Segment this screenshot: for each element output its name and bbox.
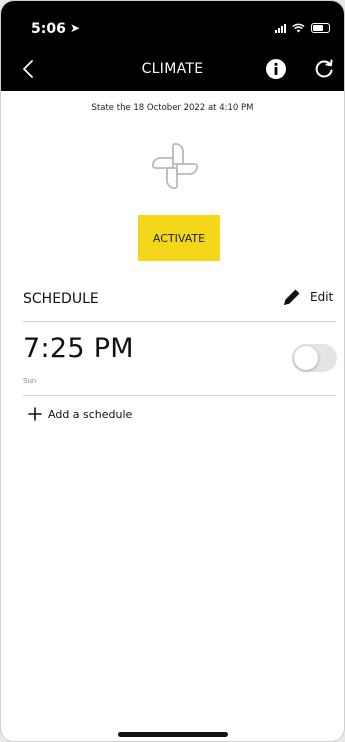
- schedule-toggle[interactable]: [292, 344, 337, 372]
- status-bar: 5:06 ➤: [1, 1, 344, 47]
- nav-bar: CLIMATE: [1, 47, 344, 91]
- state-timestamp: State the 18 October 2022 at 4:10 PM: [91, 103, 254, 113]
- app-screen: 5:06 ➤ CLIMATE State the 18 October 2022…: [0, 0, 345, 742]
- toggle-knob: [294, 346, 318, 370]
- refresh-icon[interactable]: [313, 58, 335, 80]
- location-arrow-icon: ➤: [70, 21, 81, 35]
- schedule-item-days: Sun: [23, 377, 37, 385]
- home-indicator[interactable]: [118, 732, 228, 737]
- page-title: CLIMATE: [141, 61, 204, 77]
- add-schedule-button[interactable]: Add a schedule: [28, 407, 132, 421]
- pencil-icon: [284, 289, 300, 305]
- status-icons: [275, 23, 330, 33]
- battery-icon: [311, 23, 330, 33]
- divider: [23, 321, 336, 322]
- divider: [23, 395, 336, 396]
- wifi-icon: [292, 23, 305, 33]
- activate-button[interactable]: ACTIVATE: [138, 215, 220, 261]
- edit-button[interactable]: Edit: [282, 287, 333, 307]
- edit-label: Edit: [310, 290, 334, 304]
- info-icon[interactable]: [265, 58, 287, 80]
- schedule-heading: SCHEDULE: [23, 291, 99, 307]
- add-schedule-label: Add a schedule: [48, 407, 133, 421]
- schedule-item-time[interactable]: 7:25 PM: [23, 333, 134, 364]
- status-time: 5:06: [31, 21, 66, 37]
- plus-icon: [28, 407, 42, 421]
- signal-icon: [275, 23, 286, 33]
- fan-icon: [151, 142, 199, 190]
